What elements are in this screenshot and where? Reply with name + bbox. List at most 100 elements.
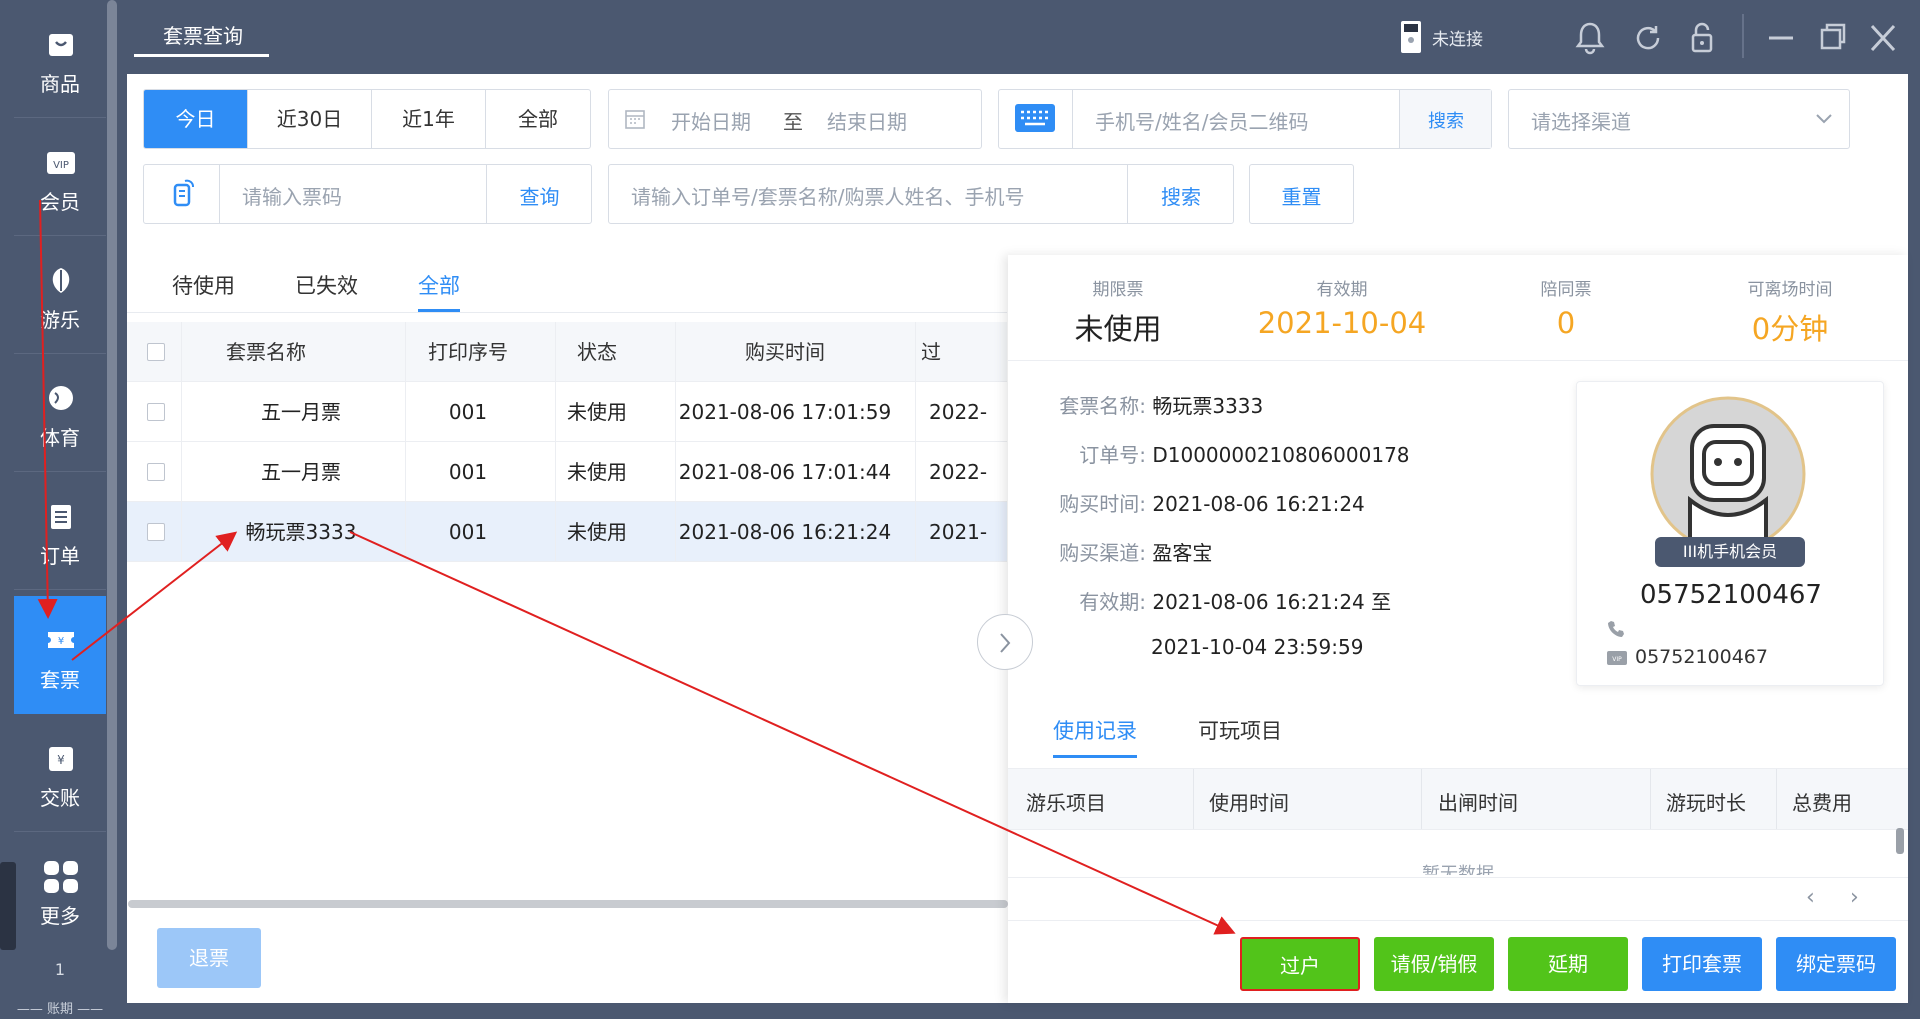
info-purchase-time: 购买时间: 2021-08-06 16:21:24: [1059, 492, 1365, 516]
sidebar-item-handover[interactable]: ¥ 交账: [14, 714, 106, 832]
sidebar-item-sports[interactable]: 体育: [14, 354, 106, 472]
leave-button[interactable]: 请假/销假: [1374, 937, 1494, 991]
sidebar-item-goods[interactable]: 商品: [14, 0, 106, 118]
stat-label: 可离场时间: [1747, 280, 1833, 300]
order-search-input[interactable]: 请输入订单号/套票名称/购票人姓名、手机号: [631, 181, 1024, 210]
sidebar-item-ticket[interactable]: ¥ 套票: [14, 596, 106, 714]
column-divider: [181, 322, 182, 562]
sidebar-scrollbar[interactable]: [107, 0, 117, 950]
info-channel: 购买渠道: 盈客宝: [1059, 541, 1213, 565]
column-divider: [555, 322, 556, 562]
date-range-selector: 今日 近30日 近1年 全部: [143, 89, 591, 149]
tab-playable-items[interactable]: 可玩项目: [1198, 715, 1282, 745]
stat-label: 有效期: [1316, 280, 1368, 300]
minimize-icon[interactable]: [1766, 18, 1796, 58]
stat-valid-until: 有效期 2021-10-04: [1232, 275, 1452, 340]
row-checkbox[interactable]: [147, 523, 165, 541]
range-all[interactable]: 全部: [486, 90, 590, 148]
svg-text:VIP: VIP: [1612, 656, 1622, 663]
sidebar-item-amusement[interactable]: 游乐: [14, 236, 106, 354]
lock-icon[interactable]: [1684, 18, 1720, 58]
sidebar-item-label: 订单: [40, 544, 80, 568]
col-print-seq: 打印序号: [428, 340, 508, 364]
ticket-query-button[interactable]: 查询: [486, 165, 591, 223]
pager-divider: [1008, 877, 1908, 878]
tab-usage-records[interactable]: 使用记录: [1053, 715, 1137, 745]
row-checkbox[interactable]: [147, 463, 165, 481]
stat-ticket-type: 期限票 未使用: [1008, 275, 1228, 348]
more-grid-icon: [44, 861, 78, 893]
vip-icon: VIP: [47, 152, 75, 174]
ticket-icon: ¥: [48, 632, 74, 648]
next-page-icon[interactable]: ›: [1850, 885, 1859, 910]
select-all-checkbox[interactable]: [147, 343, 165, 361]
bell-icon[interactable]: [1572, 18, 1608, 58]
channel-select[interactable]: 请选择渠道: [1508, 89, 1850, 149]
prev-page-icon[interactable]: ‹: [1806, 885, 1815, 910]
print-seq: 001: [448, 460, 488, 484]
range-today[interactable]: 今日: [144, 90, 248, 148]
ticket-name: 畅玩票3333: [245, 520, 357, 544]
date-range-picker[interactable]: 开始日期 至 结束日期: [608, 89, 982, 149]
bind-code-button[interactable]: 绑定票码: [1776, 937, 1896, 991]
purchase-time: 2021-08-06 17:01:44: [678, 460, 892, 484]
collapse-panel-button[interactable]: [977, 614, 1033, 670]
tab-expired[interactable]: 已失效: [295, 270, 358, 300]
status: 未使用: [567, 400, 627, 424]
range-1-year[interactable]: 近1年: [372, 90, 486, 148]
stat-value: 2021-10-04: [1257, 306, 1427, 340]
member-phone: 05752100467: [1640, 580, 1822, 610]
stat-companion: 陪同票 0: [1456, 275, 1676, 340]
sidebar-item-member[interactable]: VIP 会员: [14, 118, 106, 236]
sidebar-item-more[interactable]: 更多: [14, 832, 106, 950]
expiry-time: 2022-08: [929, 400, 988, 424]
member-search-label: 搜索: [1428, 111, 1464, 132]
extend-button[interactable]: 延期: [1508, 937, 1628, 991]
info-valid-period: 有效期: 2021-08-06 16:21:24 至: [1079, 590, 1392, 614]
tab-all[interactable]: 全部: [418, 270, 460, 300]
restore-icon[interactable]: [1818, 18, 1848, 58]
scanner-button[interactable]: [144, 165, 220, 223]
row-checkbox[interactable]: [147, 403, 165, 421]
ticket-code-input[interactable]: 请输入票码: [242, 181, 342, 210]
ledger-period-label: —— 账期 ——: [16, 1002, 104, 1017]
svg-text:¥: ¥: [57, 753, 65, 767]
ticket-detail-panel: 期限票 未使用 有效期 2021-10-04 陪同票 0 可离场时间 0分钟 套…: [1008, 255, 1908, 1003]
table-row-selected[interactable]: 畅玩票3333 001 未使用 2021-08-06 16:21:24 2021…: [127, 502, 1007, 562]
reset-button[interactable]: 重置: [1249, 164, 1354, 224]
member-search-input[interactable]: 手机号/姓名/会员二维码: [1095, 106, 1308, 135]
column-divider: [675, 322, 676, 562]
purchase-time: 2021-08-06 16:21:24: [678, 520, 892, 544]
table-row[interactable]: 五一月票 001 未使用 2021-08-06 17:01:44 2022-08: [127, 442, 1007, 502]
avatar: [1650, 396, 1806, 552]
table-row[interactable]: 五一月票 001 未使用 2021-08-06 17:01:59 2022-08: [127, 382, 1007, 442]
tab-pending[interactable]: 待使用: [172, 270, 235, 300]
member-search-button[interactable]: 搜索: [1399, 90, 1491, 148]
scanner-icon: [173, 179, 194, 207]
sidebar-item-label: 游乐: [40, 308, 80, 332]
sidebar-page-number: 1: [54, 960, 66, 979]
page-tab-title[interactable]: 套票查询: [136, 20, 270, 49]
range-30-days[interactable]: 近30日: [248, 90, 372, 148]
device-status[interactable]: 未连接: [1400, 20, 1483, 54]
refresh-icon[interactable]: [1630, 18, 1666, 58]
keyboard-icon: [1015, 104, 1055, 132]
sidebar-item-order[interactable]: 订单: [14, 472, 106, 590]
table-horizontal-scrollbar[interactable]: [128, 900, 1008, 908]
end-date-input[interactable]: 结束日期: [827, 106, 907, 135]
start-date-input[interactable]: 开始日期: [671, 106, 751, 135]
column-divider: [915, 322, 916, 562]
stat-value: 0分钟: [1751, 312, 1829, 346]
member-card[interactable]: III机手机会员 05752100467 VIP 05752100467: [1576, 381, 1884, 686]
stat-leave-time: 可离场时间 0分钟: [1680, 275, 1900, 348]
col-exit-time: 出闸时间: [1438, 791, 1518, 815]
refund-button[interactable]: 退票: [157, 928, 261, 988]
sidebar-item-label: 商品: [40, 72, 80, 96]
keyboard-button[interactable]: [999, 90, 1073, 148]
usage-table-scrollbar[interactable]: [1896, 828, 1904, 854]
close-icon[interactable]: [1868, 18, 1898, 58]
print-ticket-button[interactable]: 打印套票: [1642, 937, 1762, 991]
order-search-button[interactable]: 搜索: [1127, 165, 1233, 223]
page-tab-underline: [134, 54, 269, 57]
transfer-button[interactable]: 过户: [1240, 937, 1360, 991]
